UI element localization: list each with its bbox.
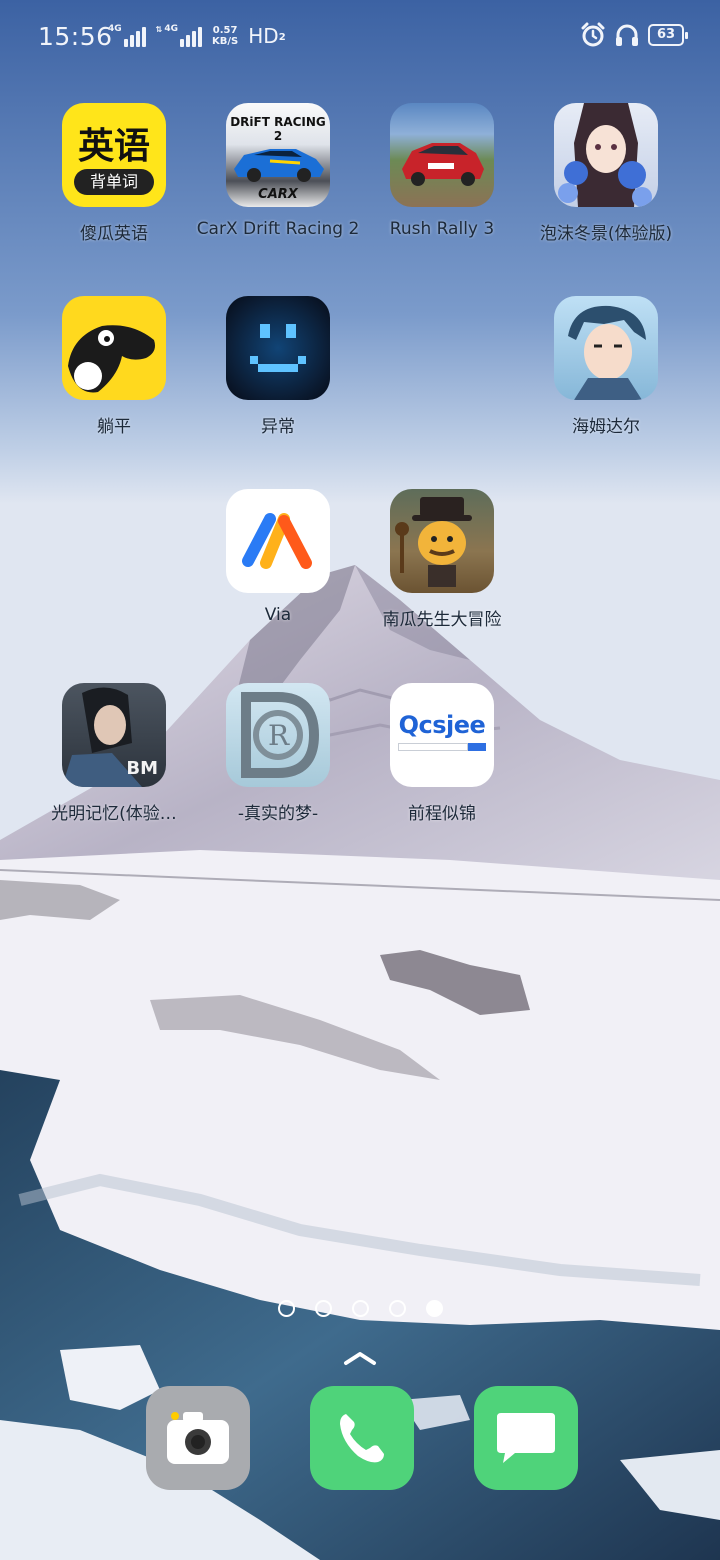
status-bar: 15:56 4G ⇅ 4G 0.57 KB/S HD 2 63 — [0, 0, 720, 72]
app-label: 傻瓜英语 — [80, 224, 148, 244]
anime-boy-icon — [554, 296, 658, 400]
page-dot[interactable] — [314, 1300, 332, 1317]
app-mr-pumpkin[interactable]: 南瓜先生大冒险 — [360, 489, 524, 649]
app-label: 海姆达尔 — [572, 417, 640, 437]
app-via[interactable]: Via — [196, 489, 360, 649]
signal-bars-icon — [180, 25, 203, 47]
app-bright-memory[interactable]: BM 光明记忆(体验… — [32, 683, 196, 843]
app-true-dream[interactable]: R -真实的梦- — [196, 683, 360, 843]
app-paomo-dongjing[interactable]: 泡沫冬景(体验版) — [524, 103, 688, 263]
pixel-smiley-icon — [226, 296, 330, 400]
app-label: 泡沫冬景(体验版) — [539, 224, 673, 244]
signal-2: ⇅ 4G — [155, 24, 203, 47]
app-label: CarX Drift Racing 2 — [196, 219, 360, 239]
signal-bars-icon — [123, 25, 146, 47]
network-speed: 0.57 KB/S — [212, 25, 239, 47]
network-type-1: 4G — [108, 24, 122, 34]
hd-indicator: HD 2 — [248, 24, 286, 48]
mr-pumpkin-icon — [390, 489, 494, 593]
svg-text:R: R — [268, 719, 290, 752]
app-qianchengsijin[interactable]: Qcsjee 前程似锦 — [360, 683, 524, 843]
app-label: 异常 — [261, 417, 295, 437]
lying-flat-bird-icon — [62, 296, 166, 400]
via-browser-icon — [226, 489, 330, 593]
carx-drift-racing-icon: DRiFT RACING 2 CARX — [226, 103, 330, 207]
app-shagua-english[interactable]: 英语 背单词 傻瓜英语 — [32, 103, 196, 263]
qcsjee-icon: Qcsjee — [390, 683, 494, 787]
app-label: 光明记忆(体验… — [51, 804, 177, 824]
signal-1: 4G — [108, 25, 146, 47]
page-dot[interactable] — [277, 1300, 295, 1317]
race-car-graphic — [234, 149, 324, 182]
headphones-icon — [616, 24, 638, 46]
app-yichang[interactable]: 异常 — [196, 296, 360, 456]
bright-memory-icon: BM — [62, 683, 166, 787]
chevron-up-icon[interactable] — [343, 1350, 377, 1366]
app-heimdall[interactable]: 海姆达尔 — [524, 296, 688, 456]
message-icon — [497, 1413, 555, 1463]
dock-camera[interactable] — [146, 1386, 250, 1490]
network-type-2: 4G — [164, 24, 179, 34]
app-carx-drift-racing-2[interactable]: DRiFT RACING 2 CARX CarX Drift Racing 2 — [196, 103, 360, 263]
status-right-group: 63 — [580, 22, 688, 48]
camera-icon — [167, 1412, 229, 1464]
true-dream-logo-icon: R — [226, 683, 330, 787]
status-network-group: 4G ⇅ 4G 0.57 KB/S HD 2 — [108, 24, 286, 48]
app-label: -真实的梦- — [237, 804, 319, 824]
app-tangping[interactable]: 躺平 — [32, 296, 196, 456]
status-time: 15:56 — [38, 22, 113, 51]
app-label: Rush Rally 3 — [389, 219, 495, 239]
english-vocab-icon: 英语 背单词 — [62, 103, 166, 207]
app-label: 南瓜先生大冒险 — [382, 610, 502, 630]
page-dot[interactable] — [388, 1300, 406, 1317]
alarm-icon — [581, 22, 605, 47]
rush-rally-car-icon — [390, 103, 494, 207]
page-dot-active[interactable] — [425, 1300, 443, 1317]
app-label: 躺平 — [97, 417, 131, 437]
phone-icon — [340, 1414, 384, 1463]
page-indicator[interactable] — [0, 1300, 720, 1317]
data-arrows-icon: ⇅ — [155, 25, 163, 34]
app-label: 前程似锦 — [408, 804, 476, 824]
app-label: Via — [264, 605, 292, 625]
dock-phone[interactable] — [310, 1386, 414, 1490]
battery-indicator: 63 — [648, 24, 688, 46]
app-rush-rally-3[interactable]: Rush Rally 3 — [360, 103, 524, 263]
anime-girl-roses-icon — [554, 103, 658, 207]
dock-messages[interactable] — [474, 1386, 578, 1490]
page-dot[interactable] — [351, 1300, 369, 1317]
